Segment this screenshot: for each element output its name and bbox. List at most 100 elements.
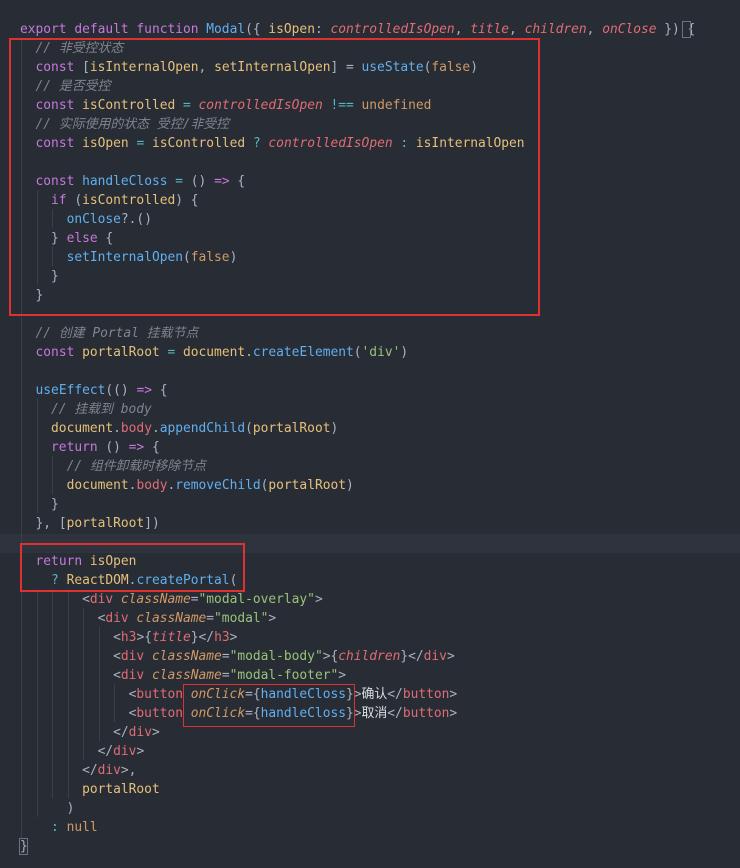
code-token: function (136, 22, 207, 37)
code-token: { (159, 383, 168, 398)
code-token: title (470, 22, 510, 37)
code-token: "modal-body" (229, 649, 323, 664)
code-token: = (206, 611, 215, 626)
code-token: > (314, 592, 323, 607)
code-token: children (524, 22, 587, 37)
code-token: "modal-overlay" (198, 592, 315, 607)
code-token: () (105, 440, 129, 455)
code-token: document (183, 345, 246, 360)
code-line: <div className="modal"> (20, 609, 277, 628)
code-token: h3 (214, 630, 230, 645)
code-token: ({ (245, 22, 269, 37)
code-token: portalRoot (268, 478, 346, 493)
code-token: > (268, 611, 277, 626)
code-token: button (402, 706, 450, 721)
code-token: < (113, 668, 121, 683)
code-token: // 创建 Portal 挂载节点 (35, 326, 199, 341)
code-token: default (74, 22, 137, 37)
code-token: }</ (190, 630, 215, 645)
code-token: { (151, 440, 160, 455)
code-line: </div>, (20, 761, 136, 780)
code-token: >, (120, 763, 137, 778)
code-line: <div className="modal-overlay"> (20, 590, 323, 609)
code-token: div (97, 763, 121, 778)
code-line: }, [portalRoot]) (20, 514, 160, 533)
code-token: "modal-footer" (229, 668, 339, 683)
code-token: > (446, 649, 455, 664)
code-token: body (136, 478, 168, 493)
code-token: div (120, 668, 152, 683)
code-token: } (51, 497, 59, 512)
code-token: ) (66, 801, 75, 816)
code-token: = (221, 668, 230, 683)
code-token: => (128, 440, 152, 455)
code-token: . (245, 345, 253, 360)
code-token: div (423, 649, 447, 664)
code-token: : (51, 820, 67, 835)
code-token: > (136, 744, 145, 759)
code-line: document.body.removeChild(portalRoot) (20, 476, 354, 495)
code-line: // 创建 Portal 挂载节点 (20, 324, 199, 343)
code-line: <h3>{title}</h3> (20, 628, 237, 647)
code-token: }</ (400, 649, 424, 664)
code-token: isOpen (268, 22, 315, 37)
code-token: , (586, 22, 603, 37)
code-token: > (151, 725, 160, 740)
code-token: = (159, 345, 184, 360)
code-token: 取消 (361, 706, 388, 721)
code-token: 确认 (361, 687, 388, 702)
code-token: > (449, 706, 458, 721)
code-line: } (20, 495, 59, 514)
code-line: </div> (20, 742, 145, 761)
code-token: className (151, 668, 222, 683)
code-line: return () => { (20, 438, 160, 457)
code-token: className (151, 649, 222, 664)
code-token: . (113, 421, 121, 436)
code-line: : null (20, 818, 98, 837)
code-token: portalRoot (82, 782, 160, 797)
code-token: , (509, 22, 525, 37)
code-token: => (136, 383, 160, 398)
code-token: </ (82, 763, 98, 778)
bracket-match-marker (19, 838, 28, 855)
code-token: div (128, 725, 152, 740)
code-token: "modal" (214, 611, 269, 626)
code-token: (() (105, 383, 137, 398)
code-token: return (51, 440, 106, 455)
code-editor[interactable]: export default function Modal({ isOpen: … (0, 0, 740, 868)
code-line: const portalRoot = document.createElemen… (20, 343, 409, 362)
code-line: useEffect(() => { (20, 381, 168, 400)
code-token: </ (113, 725, 129, 740)
code-token: div (113, 744, 137, 759)
code-token: const (35, 345, 83, 360)
code-line: </div> (20, 723, 160, 742)
code-line: ) (20, 799, 75, 818)
code-token: null (66, 820, 98, 835)
code-token: ( (245, 421, 253, 436)
annotation-box-onclick-handlers (183, 684, 355, 727)
code-token: ]) (144, 516, 160, 531)
code-token: removeChild (175, 478, 261, 493)
code-token: </ (97, 744, 114, 759)
code-line: // 组件卸载时移除节点 (20, 457, 206, 476)
code-token: . (151, 421, 160, 436)
code-token: 'div' (361, 345, 401, 360)
code-token: // 组件卸载时移除节点 (66, 459, 206, 474)
annotation-box-return-portal (20, 543, 245, 592)
code-token: portalRoot (66, 516, 145, 531)
code-token: export (20, 22, 75, 37)
code-token: children (338, 649, 401, 664)
code-token: < (113, 649, 121, 664)
